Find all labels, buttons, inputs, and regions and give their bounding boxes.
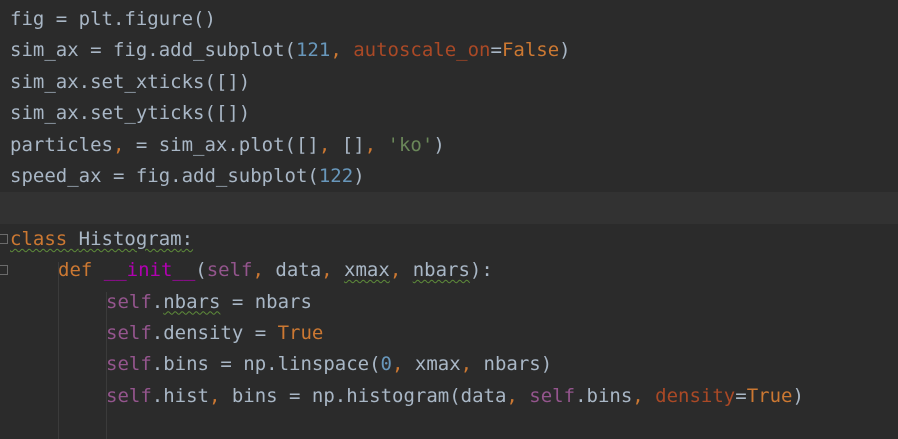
code-token: self bbox=[106, 322, 152, 344]
code-line[interactable]: self.density = True bbox=[0, 318, 898, 349]
code-token: nbars bbox=[163, 290, 221, 313]
code-text: self.bins = np.linspace(0, xmax, nbars) bbox=[106, 349, 552, 380]
code-token: sim_ax = fig.add_subplot( bbox=[10, 39, 296, 62]
code-token: density bbox=[655, 384, 736, 407]
code-token: , bbox=[330, 39, 354, 62]
code-token: , bbox=[632, 384, 656, 407]
code-line[interactable]: fig = plt.figure() bbox=[0, 4, 898, 35]
code-line[interactable]: particles, = sim_ax.plot([], [], 'ko') bbox=[0, 130, 898, 161]
code-token: , bbox=[460, 353, 484, 376]
code-token: [] bbox=[341, 133, 365, 156]
code-text: self.hist, bins = np.histogram(data, sel… bbox=[106, 381, 804, 412]
code-token: self bbox=[106, 290, 152, 313]
code-token: : bbox=[181, 227, 194, 250]
code-token: fig = plt.figure() bbox=[10, 8, 216, 30]
code-token: , bbox=[318, 133, 342, 156]
code-line[interactable] bbox=[0, 412, 898, 439]
code-line[interactable]: self.bins = np.linspace(0, xmax, nbars) bbox=[0, 349, 898, 380]
code-token: = sim_ax.plot([] bbox=[135, 133, 319, 156]
code-token: . bbox=[151, 290, 164, 313]
code-text: self.nbars = nbars bbox=[106, 287, 312, 318]
code-token: ( bbox=[195, 259, 207, 282]
code-token: class bbox=[10, 227, 79, 250]
code-token: True bbox=[277, 322, 324, 344]
code-text: class Histogram: bbox=[10, 224, 193, 255]
code-token: = bbox=[490, 39, 502, 62]
code-text: self.density = True bbox=[106, 318, 323, 349]
code-line[interactable]: def __init__(self, data, xmax, nbars): bbox=[0, 255, 898, 286]
code-line[interactable]: self.nbars = nbars bbox=[0, 287, 898, 318]
code-token: .density = bbox=[151, 322, 278, 344]
code-line[interactable]: sim_ax.set_yticks([]) bbox=[0, 98, 898, 129]
code-token: 0 bbox=[380, 353, 392, 376]
code-token: sim_ax.set_yticks([]) bbox=[10, 102, 251, 125]
code-token: .bins = np.linspace( bbox=[151, 353, 381, 376]
code-token: , bbox=[392, 353, 415, 376]
code-token: ) bbox=[792, 384, 804, 407]
code-token: .bins bbox=[575, 384, 633, 407]
code-line[interactable]: sim_ax.set_xticks([]) bbox=[0, 67, 898, 98]
code-token: ) bbox=[433, 133, 445, 156]
code-line[interactable]: class Histogram: bbox=[0, 224, 898, 255]
code-token: , bbox=[506, 384, 530, 407]
code-token: 121 bbox=[295, 39, 331, 62]
current-line[interactable] bbox=[0, 192, 898, 224]
code-text: fig = plt.figure() bbox=[10, 4, 216, 35]
code-line[interactable]: speed_ax = fig.add_subplot(122) bbox=[0, 161, 898, 192]
code-token: = bbox=[735, 384, 747, 407]
code-token: def bbox=[58, 259, 104, 282]
code-token: self bbox=[106, 353, 152, 376]
code-token: , bbox=[252, 259, 276, 282]
code-token: , bbox=[208, 384, 232, 407]
code-text: sim_ax.set_yticks([]) bbox=[10, 98, 250, 129]
code-token: .hist bbox=[151, 384, 209, 407]
code-token: autoscale_on bbox=[353, 39, 491, 62]
code-token: True bbox=[746, 384, 793, 407]
code-token: ) bbox=[559, 39, 571, 62]
code-token: xmax bbox=[414, 353, 461, 376]
code-token: speed_ax = fig.add_subplot( bbox=[10, 165, 319, 187]
code-token: self bbox=[206, 259, 253, 282]
code-token: 'ko' bbox=[387, 133, 434, 156]
code-token: self bbox=[529, 384, 576, 407]
code-token: particles bbox=[10, 133, 113, 156]
code-token: = nbars bbox=[220, 290, 312, 313]
code-text: sim_ax.set_xticks([]) bbox=[10, 67, 250, 98]
code-editor[interactable]: fig = plt.figure() sim_ax = fig.add_subp… bbox=[0, 0, 898, 439]
code-text: sim_ax = fig.add_subplot(121, autoscale_… bbox=[10, 35, 571, 66]
code-token: , bbox=[112, 133, 136, 156]
code-token: , bbox=[321, 259, 345, 282]
code-token: ): bbox=[469, 259, 493, 282]
code-line[interactable]: sim_ax = fig.add_subplot(121, autoscale_… bbox=[0, 35, 898, 66]
code-token: ) bbox=[353, 165, 365, 187]
code-text: speed_ax = fig.add_subplot(122) bbox=[10, 161, 365, 192]
code-line[interactable]: self.hist, bins = np.histogram(data, sel… bbox=[0, 381, 898, 412]
code-token: sim_ax.set_xticks([]) bbox=[10, 70, 251, 93]
code-text: def __init__(self, data, xmax, nbars): bbox=[58, 255, 493, 286]
code-token: 122 bbox=[318, 165, 354, 187]
code-text: particles, = sim_ax.plot([], [], 'ko') bbox=[10, 130, 445, 161]
code-token: , bbox=[364, 133, 388, 156]
code-token: Histogram bbox=[78, 227, 182, 250]
code-token: nbars) bbox=[483, 353, 553, 376]
code-token: bins = np.histogram(data bbox=[231, 384, 507, 407]
code-token: nbars bbox=[412, 259, 470, 282]
code-token: data bbox=[275, 259, 322, 282]
code-token: False bbox=[501, 39, 560, 62]
code-token: __init__ bbox=[103, 259, 196, 282]
code-token: self bbox=[106, 384, 152, 407]
code-token: xmax bbox=[344, 259, 390, 282]
code-token: , bbox=[389, 259, 413, 282]
